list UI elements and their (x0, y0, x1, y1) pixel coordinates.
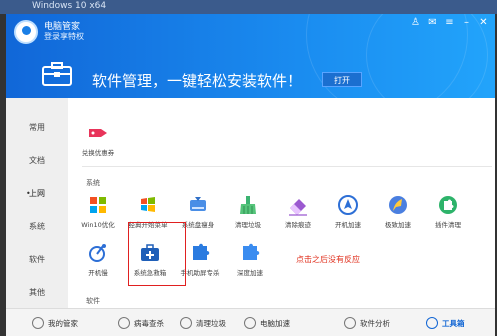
nav-label: 工具箱 (442, 318, 465, 328)
analysis-icon (344, 317, 356, 329)
software-section-label: 软件 (86, 297, 100, 305)
background-window-strip: Windows 10 x64 (0, 0, 497, 14)
broom-icon (240, 196, 256, 214)
nav-clean-junk[interactable]: 清理垃圾 (180, 316, 226, 330)
puzzle-icon (439, 196, 457, 214)
nav-label: 清理垃圾 (196, 318, 226, 328)
toolbox-nav-icon (426, 317, 438, 329)
nav-label: 软件分析 (360, 318, 390, 328)
puzzle-blue2-icon (243, 243, 260, 260)
minimize-icon[interactable]: – (461, 17, 472, 28)
system-section-label: 系统 (86, 179, 100, 187)
sidebar-item-software[interactable]: 软件 (6, 252, 68, 268)
open-button[interactable]: 打开 (322, 72, 362, 87)
windows-icon (90, 197, 106, 213)
feather-icon (389, 196, 407, 214)
tool-coupon[interactable]: 兑换优惠券 (66, 122, 130, 157)
window-controls: ♙ ✉ ≡ – ✕ (410, 17, 489, 28)
nav-label: 电脑加速 (260, 318, 290, 328)
start-menu-icon (141, 197, 155, 212)
banner-text: 软件管理，一键轻松安装软件！ (92, 72, 303, 90)
toolbox-icon (42, 62, 72, 86)
nav-software-analysis[interactable]: 软件分析 (344, 316, 390, 330)
annotation-note: 点击之后没有反应 (296, 255, 360, 264)
puzzle-blue-icon (193, 243, 210, 260)
shield-icon (118, 317, 130, 329)
tool-label: 兑换优惠券 (81, 149, 115, 157)
sidebar-item-other[interactable]: 其他 (6, 285, 68, 301)
shirt-icon[interactable]: ♙ (410, 17, 421, 28)
nav-label: 我的管家 (48, 318, 78, 328)
broom-nav-icon (180, 317, 192, 329)
background-window-title: Windows 10 x64 (32, 1, 107, 11)
bottom-nav: 我的管家 病毒查杀 清理垃圾 电脑加速 软件分析 工具箱 (6, 308, 495, 336)
tool-plugin-cleanup[interactable]: 插件清理 (416, 194, 480, 229)
nav-label: 病毒查杀 (134, 318, 164, 328)
sidebar-item-common[interactable]: 常用 (6, 120, 68, 136)
header: 电脑管家 登录享特权 ♙ ✉ ≡ – ✕ 软件管理，一键轻松安装软件！ 打开 (6, 14, 495, 98)
coupon-icon (89, 129, 107, 137)
category-sidebar: 常用 文档 上网 系统 软件 其他 (6, 98, 68, 308)
sidebar-item-internet[interactable]: 上网 (6, 186, 68, 202)
pc-manager-window: 电脑管家 登录享特权 ♙ ✉ ≡ – ✕ 软件管理，一键轻松安装软件！ 打开 常… (6, 14, 495, 336)
speed-icon (244, 317, 256, 329)
divider (82, 166, 492, 167)
eraser-icon (289, 199, 307, 216)
disk-icon (190, 197, 206, 211)
rocket-icon (338, 195, 358, 215)
tool-label: 深度加速 (237, 269, 263, 277)
sidebar-item-system[interactable]: 系统 (6, 219, 68, 235)
sidebar-item-docs[interactable]: 文档 (6, 153, 68, 169)
tool-deep-speedup[interactable]: 深度加速 (218, 242, 282, 277)
close-icon[interactable]: ✕ (478, 17, 489, 28)
nav-pc-speedup[interactable]: 电脑加速 (244, 316, 290, 330)
highlight-box (128, 222, 186, 286)
menu-icon[interactable]: ≡ (444, 17, 455, 28)
boot-icon (89, 244, 106, 262)
nav-virus-scan[interactable]: 病毒查杀 (118, 316, 164, 330)
tool-label: 插件清理 (435, 221, 461, 229)
mail-icon[interactable]: ✉ (427, 17, 438, 28)
nav-toolbox[interactable]: 工具箱 (426, 316, 465, 330)
nav-my-manager[interactable]: 我的管家 (32, 316, 78, 330)
login-link[interactable]: 登录享特权 (44, 31, 84, 42)
home-icon (32, 317, 44, 329)
logo-avatar[interactable] (14, 20, 38, 44)
